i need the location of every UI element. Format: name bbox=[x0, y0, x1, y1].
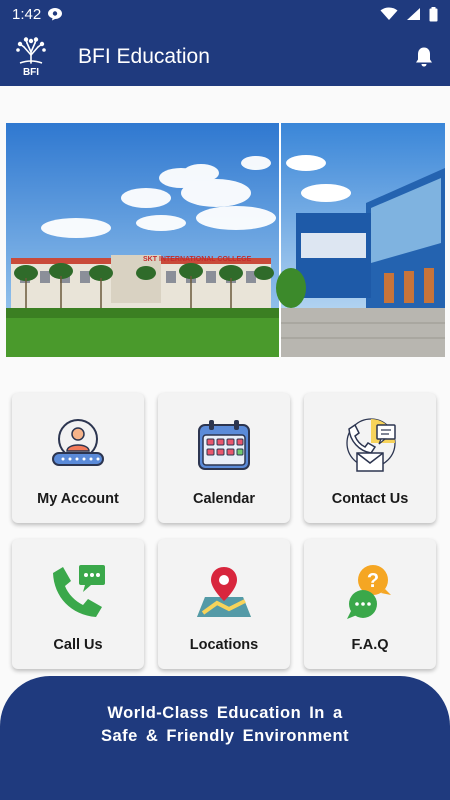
logo-text: BFI bbox=[23, 67, 39, 77]
phone-chat-icon bbox=[53, 565, 105, 617]
locations-tile[interactable]: Locations bbox=[158, 539, 290, 669]
campus-banner-image: SKT INTERNATIONAL COLLEGE bbox=[6, 123, 445, 357]
battery-icon bbox=[429, 6, 438, 21]
calendar-icon bbox=[198, 420, 250, 470]
signal-icon bbox=[407, 8, 420, 20]
map-pin-icon bbox=[197, 567, 251, 617]
faq-tile[interactable]: ? F.A.Q bbox=[304, 539, 436, 669]
svg-text:?: ? bbox=[367, 570, 379, 592]
contact-us-icon bbox=[346, 418, 396, 472]
wifi-icon bbox=[380, 7, 398, 20]
building-sign: SKT INTERNATIONAL COLLEGE bbox=[143, 256, 252, 263]
system-navigation-bar bbox=[0, 773, 450, 800]
calendar-tile[interactable]: Calendar bbox=[158, 393, 290, 523]
bfi-logo: BFI bbox=[16, 37, 46, 77]
my-account-tile[interactable]: My Account bbox=[12, 393, 144, 523]
app-title: BFI Education bbox=[78, 45, 210, 68]
my-account-label: My Account bbox=[37, 491, 119, 507]
call-us-tile[interactable]: Call Us bbox=[12, 539, 144, 669]
app-bar: BFI BFI Education bbox=[0, 28, 450, 86]
feature-grid: My Account Calendar Contact Us Call Us L… bbox=[12, 393, 438, 669]
tagline-line-1: World-Class Education In a bbox=[107, 703, 343, 722]
status-time: 1:42 bbox=[12, 5, 42, 23]
contact-us-tile[interactable]: Contact Us bbox=[304, 393, 436, 523]
notification-bell-icon[interactable] bbox=[412, 45, 436, 69]
locations-label: Locations bbox=[189, 637, 259, 653]
contact-us-label: Contact Us bbox=[331, 491, 409, 507]
status-bar: 1:42 bbox=[0, 0, 450, 28]
tagline-footer: World-Class Education In a Safe & Friend… bbox=[0, 676, 450, 773]
faq-icon: ? bbox=[347, 565, 391, 619]
user-account-icon bbox=[52, 419, 104, 466]
faq-label: F.A.Q bbox=[351, 637, 389, 653]
calendar-label: Calendar bbox=[192, 491, 256, 507]
tagline-line-2: Safe & Friendly Environment bbox=[100, 726, 350, 745]
call-us-label: Call Us bbox=[53, 637, 103, 653]
chat-notification-icon bbox=[48, 8, 63, 21]
